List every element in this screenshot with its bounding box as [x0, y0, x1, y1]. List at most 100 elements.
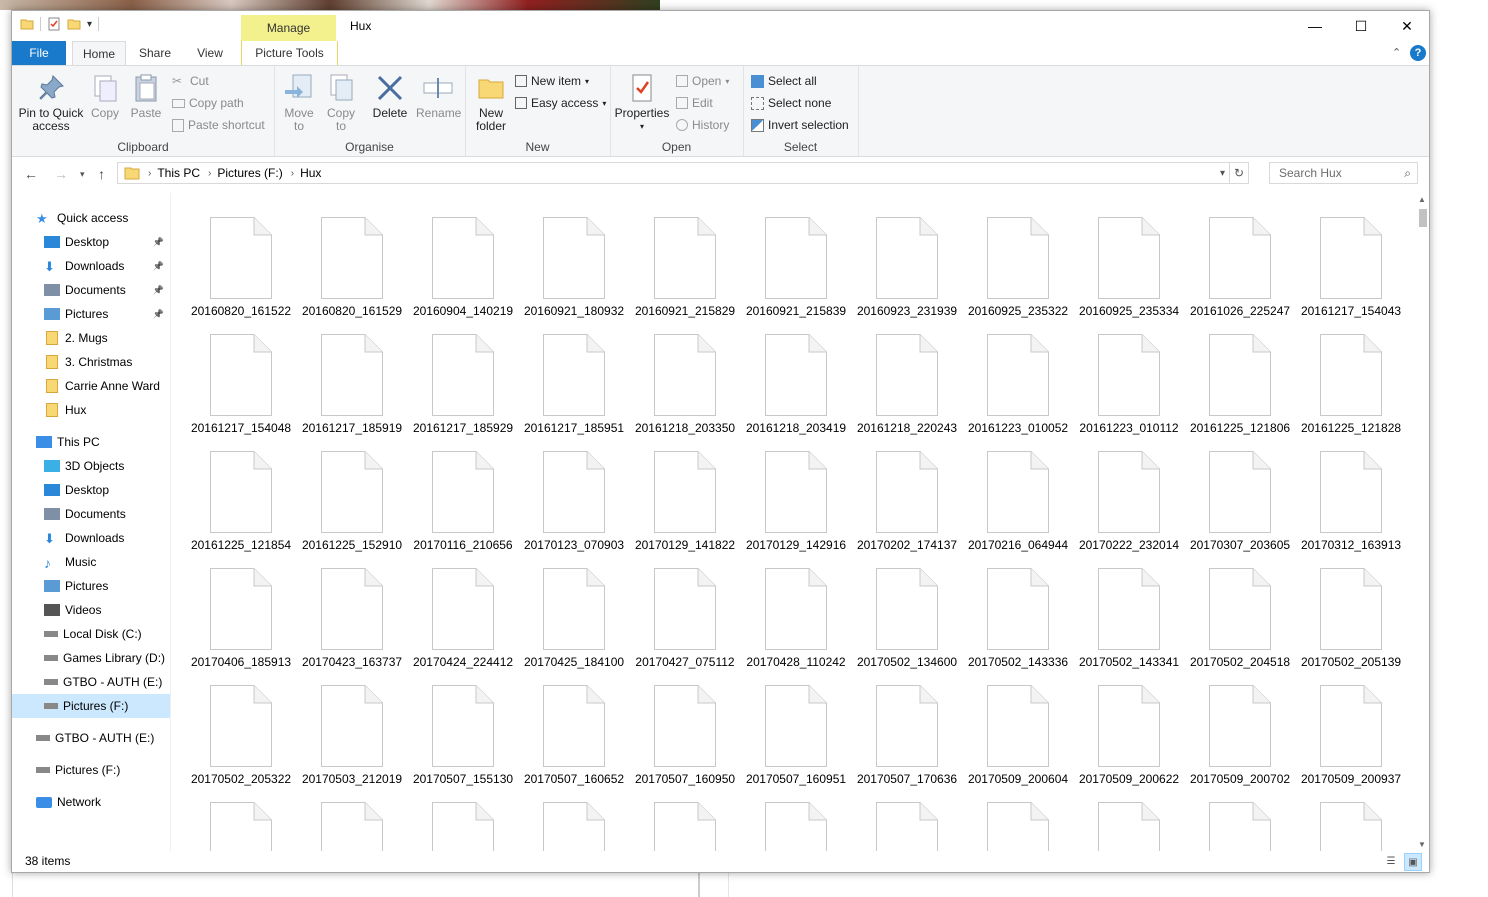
file-item[interactable]: 20170423_163737	[299, 558, 405, 670]
file-item[interactable]: 20170507_160950	[632, 675, 738, 787]
file-item[interactable]: 20170312_163913	[1298, 441, 1404, 553]
nav-item[interactable]: ⬇ Downloads	[12, 526, 170, 550]
scroll-down-icon[interactable]: ▼	[1418, 840, 1426, 849]
easy-access-button[interactable]: Easy access ▾	[515, 96, 606, 110]
nav-item[interactable]: Pictures	[12, 574, 170, 598]
nav-item[interactable]: 2. Mugs	[12, 326, 170, 350]
file-item[interactable]: 20161218_220243	[854, 324, 960, 436]
file-item[interactable]	[410, 792, 516, 851]
file-item[interactable]: 20170202_174137	[854, 441, 960, 553]
help-icon[interactable]: ?	[1410, 45, 1426, 61]
nav-item[interactable]: GTBO - AUTH (E:)	[12, 726, 170, 750]
file-item[interactable]: 20161225_121828	[1298, 324, 1404, 436]
nav-item[interactable]: This PC	[12, 430, 170, 454]
file-item[interactable]: 20170427_075112	[632, 558, 738, 670]
file-item[interactable]: 20161218_203350	[632, 324, 738, 436]
file-item[interactable]: 20170509_200604	[965, 675, 1071, 787]
rename-button[interactable]: Rename	[416, 72, 461, 120]
file-item[interactable]: 20160921_180932	[521, 207, 627, 319]
close-button[interactable]: ✕	[1384, 11, 1429, 41]
file-item[interactable]: 20170509_200702	[1187, 675, 1293, 787]
properties-button[interactable]: Properties ▾	[614, 72, 670, 133]
file-item[interactable]: 20170502_204518	[1187, 558, 1293, 670]
file-item[interactable]	[965, 792, 1071, 851]
file-item[interactable]: 20170216_064944	[965, 441, 1071, 553]
file-item[interactable]: 20161223_010112	[1076, 324, 1182, 436]
file-item[interactable]: 20161225_121854	[188, 441, 294, 553]
nav-item[interactable]: GTBO - AUTH (E:)	[12, 670, 170, 694]
vertical-scrollbar[interactable]: ▲ ▼	[1415, 193, 1429, 851]
file-item[interactable]: 20160923_231939	[854, 207, 960, 319]
refresh-icon[interactable]: ↻	[1229, 163, 1248, 183]
nav-item[interactable]: ♪ Music	[12, 550, 170, 574]
file-item[interactable]: 20170507_170636	[854, 675, 960, 787]
delete-button[interactable]: Delete	[370, 72, 410, 120]
file-item[interactable]: 20170406_185913	[188, 558, 294, 670]
minimize-button[interactable]: —	[1292, 11, 1338, 41]
file-item[interactable]: 20160925_235322	[965, 207, 1071, 319]
file-item[interactable]: 20161217_185951	[521, 324, 627, 436]
nav-item[interactable]: ★ Quick access	[12, 206, 170, 230]
file-item[interactable]	[1187, 792, 1293, 851]
file-item[interactable]: 20161225_152910	[299, 441, 405, 553]
collapse-ribbon-icon[interactable]: ⌃	[1392, 46, 1401, 59]
file-item[interactable]: 20161223_010052	[965, 324, 1071, 436]
file-item[interactable]: 20160904_140219	[410, 207, 516, 319]
file-item[interactable]: 20170507_160951	[743, 675, 849, 787]
details-view-icon[interactable]: ☰	[1382, 853, 1400, 871]
open-button[interactable]: Open ▾	[676, 74, 729, 88]
breadcrumb-this-pc[interactable]: This PC	[157, 166, 200, 180]
copy-path-button[interactable]: Copy path	[172, 96, 244, 110]
copy-to-button[interactable]: Copy to	[324, 72, 358, 133]
select-all-button[interactable]: Select all	[751, 74, 817, 88]
folder-icon[interactable]	[20, 17, 34, 31]
file-item[interactable]: 20170222_232014	[1076, 441, 1182, 553]
file-item[interactable]	[188, 792, 294, 851]
nav-item[interactable]: Documents	[12, 502, 170, 526]
tab-share[interactable]: Share	[130, 41, 180, 65]
file-item[interactable]: 20170502_134600	[854, 558, 960, 670]
new-folder-button[interactable]: New folder	[471, 72, 511, 133]
address-dropdown-icon[interactable]: ▾	[1220, 168, 1225, 179]
file-item[interactable]: 20170428_110242	[743, 558, 849, 670]
paste-shortcut-button[interactable]: Paste shortcut	[172, 118, 265, 132]
nav-item[interactable]: Pictures (F:)	[12, 758, 170, 782]
file-item[interactable]: 20170307_203605	[1187, 441, 1293, 553]
file-item[interactable]: 20160925_235334	[1076, 207, 1182, 319]
file-item[interactable]: 20160921_215829	[632, 207, 738, 319]
file-item[interactable]: 20170503_212019	[299, 675, 405, 787]
nav-item[interactable]: Pictures 📌	[12, 302, 170, 326]
file-item[interactable]	[1298, 792, 1404, 851]
nav-item[interactable]: 3. Christmas	[12, 350, 170, 374]
file-item[interactable]: 20170425_184100	[521, 558, 627, 670]
new-folder-icon[interactable]	[67, 17, 81, 31]
file-item[interactable]: 20161217_154048	[188, 324, 294, 436]
properties-icon[interactable]	[47, 17, 61, 31]
file-item[interactable]	[854, 792, 960, 851]
tab-view[interactable]: View	[188, 41, 232, 65]
tab-home[interactable]: Home	[72, 41, 126, 67]
nav-item[interactable]: Pictures (F:)	[12, 694, 170, 718]
file-item[interactable]: 20170424_224412	[410, 558, 516, 670]
file-item[interactable]: 20170502_205322	[188, 675, 294, 787]
tab-file[interactable]: File	[12, 41, 66, 65]
copy-button[interactable]: Copy	[88, 72, 122, 120]
file-item[interactable]: 20161217_185929	[410, 324, 516, 436]
file-item[interactable]	[299, 792, 405, 851]
nav-item[interactable]: Games Library (D:)	[12, 646, 170, 670]
nav-item[interactable]: ⬇ Downloads 📌	[12, 254, 170, 278]
file-item[interactable]: 20170116_210656	[410, 441, 516, 553]
scroll-up-icon[interactable]: ▲	[1418, 195, 1426, 204]
history-button[interactable]: History	[676, 118, 729, 132]
file-item[interactable]	[521, 792, 627, 851]
nav-item[interactable]: Hux	[12, 398, 170, 422]
file-item[interactable]	[743, 792, 849, 851]
file-item[interactable]	[1076, 792, 1182, 851]
edit-button[interactable]: Edit	[676, 96, 713, 110]
file-item[interactable]: 20170129_142916	[743, 441, 849, 553]
file-item[interactable]: 20170502_205139	[1298, 558, 1404, 670]
file-item[interactable]: 20161217_154043	[1298, 207, 1404, 319]
new-item-button[interactable]: New item ▾	[515, 74, 589, 88]
recent-locations-icon[interactable]: ▾	[80, 169, 85, 180]
nav-item[interactable]: Documents 📌	[12, 278, 170, 302]
